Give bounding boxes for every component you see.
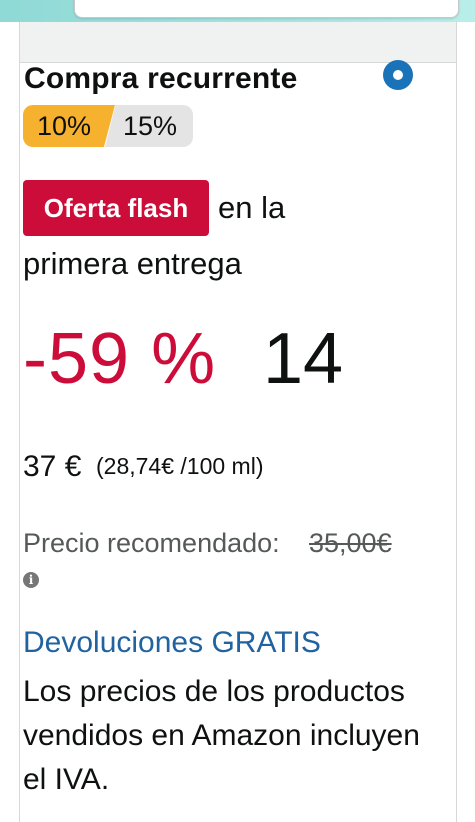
segment-15-percent[interactable]: 15% (105, 105, 193, 147)
segment-label: 10% (37, 111, 92, 141)
rrp-value: 35,00€ (309, 528, 392, 558)
tax-note: Los precios de los productos vendidos en… (23, 675, 420, 796)
flash-deal-badge: Oferta flash (23, 180, 209, 236)
unit-price: (28,74€ /100 ml) (96, 453, 264, 479)
segment-10-percent[interactable]: 10% (23, 105, 115, 147)
subscription-radio-button[interactable] (383, 60, 413, 90)
price-rest: 37 € (23, 450, 82, 483)
segment-label: 15% (123, 111, 178, 141)
deal-text-line1: en la (218, 190, 286, 225)
panel-header (20, 22, 456, 63)
info-icon[interactable]: i (23, 572, 39, 588)
subscription-title: Compra recurrente (24, 62, 298, 95)
deal-text-line2: primera entrega (23, 246, 242, 281)
price-main: 14 (263, 319, 344, 399)
discount-segment-control: 10% 15% (23, 105, 193, 147)
rrp-label: Precio recomendado: (23, 528, 280, 558)
discount-percent: -59 % (23, 319, 217, 399)
free-returns-link[interactable]: Devoluciones GRATIS (23, 626, 321, 660)
search-input[interactable] (74, 0, 459, 18)
